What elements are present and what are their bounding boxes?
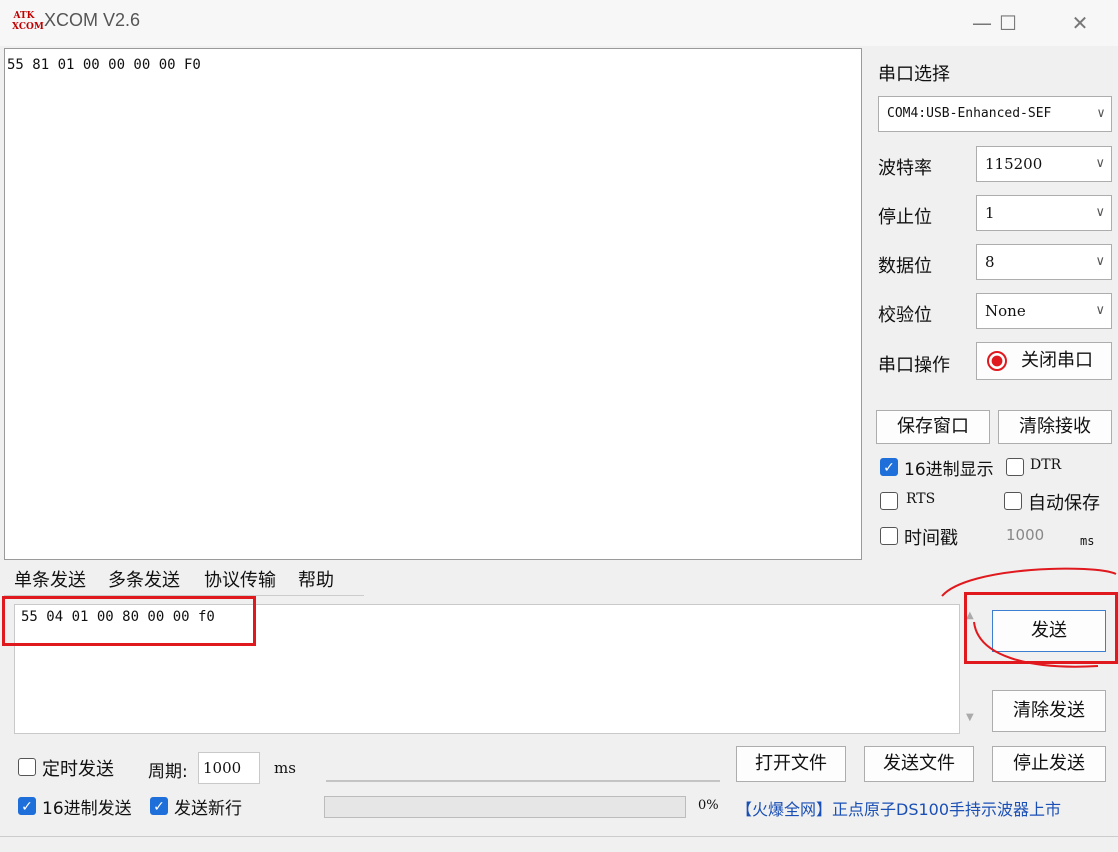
period-unit: ms [274, 759, 296, 777]
period-input[interactable]: 1000 [198, 752, 260, 784]
data-select-value: 8 [985, 253, 995, 271]
clear-send-button[interactable]: 清除发送 [992, 690, 1106, 732]
clear-receive-button[interactable]: 清除接收 [998, 410, 1112, 444]
dtr-checkbox[interactable] [1006, 458, 1024, 476]
timed-send-checkbox[interactable] [18, 758, 36, 776]
rts-checkbox[interactable] [880, 492, 898, 510]
port-select[interactable]: COM4:USB-Enhanced-SEF ∨ [878, 96, 1112, 132]
chevron-down-icon: ∨ [1095, 254, 1105, 269]
window-title: XCOM V2.6 [44, 10, 141, 30]
send-newline-checkbox[interactable]: ✓ [150, 797, 168, 815]
send-newline-label: 发送新行 [174, 799, 242, 819]
period-label: 周期: [148, 762, 188, 782]
parity-label: 校验位 [878, 305, 932, 326]
timestamp-checkbox[interactable] [880, 527, 898, 545]
send-file-button[interactable]: 发送文件 [864, 746, 974, 782]
baud-label: 波特率 [878, 158, 932, 179]
rts-label: RTS [906, 491, 936, 507]
baud-select[interactable]: 115200 ∨ [976, 146, 1112, 182]
close-icon[interactable]: ✕ [1058, 8, 1102, 38]
chevron-down-icon: ∨ [1095, 156, 1105, 171]
app-logo-icon: ATK XCOM [12, 11, 44, 32]
port-label: 串口选择 [878, 64, 950, 85]
close-port-button[interactable]: 关闭串口 [976, 342, 1112, 380]
scroll-down-icon[interactable]: ▼ [966, 712, 974, 723]
file-path-field [326, 780, 720, 782]
save-window-button[interactable]: 保存窗口 [876, 410, 990, 444]
hex-display-label: 16进制显示 [904, 460, 994, 480]
receive-area[interactable]: 55 81 01 00 00 00 00 F0 [4, 48, 862, 560]
highlight-circle [941, 567, 1117, 668]
timestamp-input[interactable]: 1000 [1006, 526, 1044, 544]
op-label: 串口操作 [878, 355, 950, 376]
timestamp-label: 时间戳 [904, 528, 958, 549]
stop-send-button[interactable]: 停止发送 [992, 746, 1106, 782]
stop-select[interactable]: 1 ∨ [976, 195, 1112, 231]
tab-protocol[interactable]: 协议传输 [204, 566, 276, 592]
baud-select-value: 115200 [985, 155, 1043, 173]
chevron-down-icon: ∨ [1095, 205, 1105, 220]
data-select[interactable]: 8 ∨ [976, 244, 1112, 280]
data-label: 数据位 [878, 256, 932, 277]
stop-label: 停止位 [878, 207, 932, 228]
chevron-down-icon: ∨ [1095, 303, 1105, 318]
hex-send-label: 16进制发送 [42, 799, 132, 819]
port-select-value: COM4:USB-Enhanced-SEF [887, 106, 1052, 121]
hex-display-checkbox[interactable]: ✓ [880, 458, 898, 476]
port-status-icon [987, 351, 1007, 371]
dtr-label: DTR [1030, 457, 1062, 473]
send-progress-bar [324, 796, 686, 818]
maximize-icon[interactable]: ☐ [986, 8, 1030, 38]
auto-save-label: 自动保存 [1028, 493, 1100, 514]
progress-text: 0% [698, 798, 719, 813]
timed-send-label: 定时发送 [42, 759, 114, 780]
open-file-button[interactable]: 打开文件 [736, 746, 846, 782]
parity-select-value: None [985, 302, 1026, 320]
stop-select-value: 1 [985, 204, 995, 222]
hex-send-checkbox[interactable]: ✓ [18, 797, 36, 815]
status-bar [0, 836, 1118, 852]
close-port-label: 关闭串口 [1021, 350, 1093, 371]
parity-select[interactable]: None ∨ [976, 293, 1112, 329]
tab-multi-send[interactable]: 多条发送 [108, 566, 180, 592]
timestamp-unit: ms [1080, 534, 1095, 548]
tab-single-send[interactable]: 单条发送 [14, 566, 86, 592]
chevron-down-icon: ∨ [1097, 106, 1105, 121]
highlight-box-send-text [2, 596, 256, 646]
title-bar [0, 0, 1118, 46]
tab-help[interactable]: 帮助 [298, 566, 334, 592]
promo-link[interactable]: 【火爆全网】正点原子DS100手持示波器上市 [736, 796, 1061, 820]
auto-save-checkbox[interactable] [1004, 492, 1022, 510]
